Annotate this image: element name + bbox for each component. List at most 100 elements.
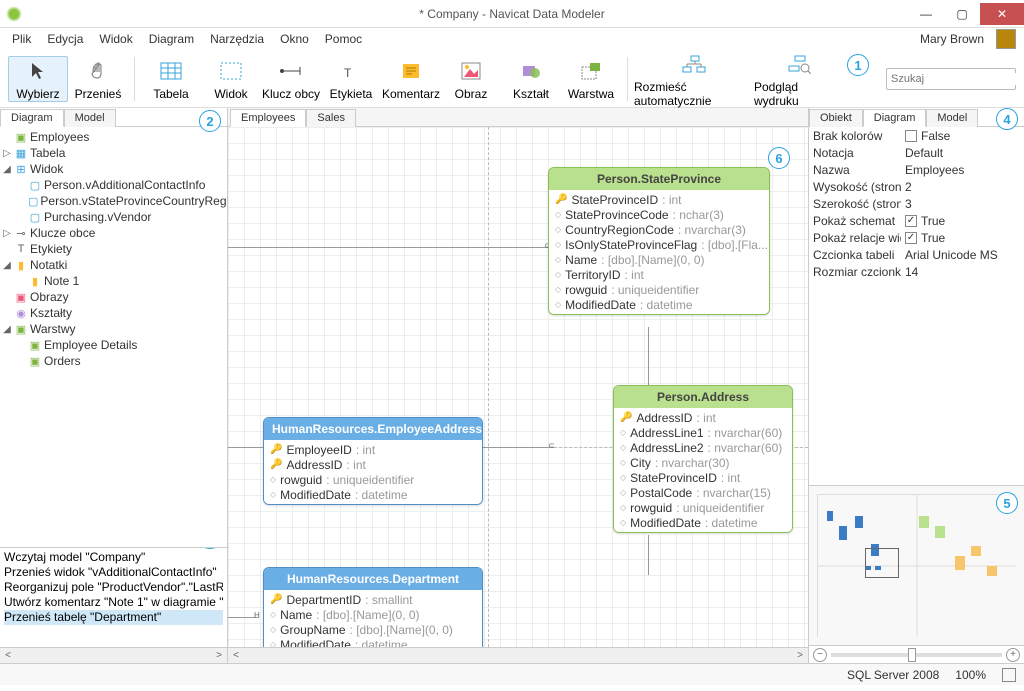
scroll-right-icon[interactable]: > (792, 650, 808, 661)
prop-val[interactable]: True (921, 214, 945, 228)
field-row[interactable]: 🔑DepartmentID: smallint (270, 592, 476, 607)
entity-dept[interactable]: HumanResources.Department 🔑DepartmentID:… (263, 567, 483, 647)
field-row[interactable]: 🔑AddressID: int (270, 457, 476, 472)
tree-obrazy[interactable]: Obrazy (30, 290, 69, 304)
field-row[interactable]: ◇ModifiedDate: datetime (555, 297, 763, 312)
collapse-icon[interactable]: ◢ (2, 164, 12, 175)
scroll-left-icon[interactable]: < (228, 650, 244, 661)
tool-select[interactable]: Wybierz (8, 56, 68, 102)
field-row[interactable]: ◇AddressLine2: nvarchar(60) (620, 440, 786, 455)
checkbox-icon[interactable]: ✓ (905, 232, 917, 244)
checkbox-icon[interactable]: ✓ (905, 215, 917, 227)
scroll-right-icon[interactable]: > (211, 650, 227, 661)
search-input[interactable] (891, 73, 1024, 85)
prop-val[interactable]: Employees (905, 163, 964, 177)
scroll-left-icon[interactable]: < (0, 650, 16, 661)
tab-employees[interactable]: Employees (230, 109, 306, 127)
entity-empaddr[interactable]: HumanResources.EmployeeAddress 🔑Employee… (263, 417, 483, 505)
tree-etykiety[interactable]: Etykiety (30, 242, 72, 256)
field-row[interactable]: 🔑EmployeeID: int (270, 442, 476, 457)
menu-file[interactable]: Plik (4, 30, 39, 48)
history-row[interactable]: Utwórz komentarz "Note 1" w diagramie "E… (4, 595, 223, 610)
minimize-button[interactable]: — (908, 3, 944, 25)
status-square-icon[interactable] (1002, 668, 1016, 682)
tool-autolayout[interactable]: Rozmieść automatycznie (634, 50, 754, 108)
menu-tools[interactable]: Narzędzia (202, 30, 272, 48)
entity-address[interactable]: Person.Address 🔑AddressID: int◇AddressLi… (613, 385, 793, 533)
expand-icon[interactable]: ▷ (2, 148, 12, 159)
tab-diagram-right[interactable]: Diagram (863, 109, 927, 127)
tool-table[interactable]: Tabela (141, 57, 201, 101)
tree-v2[interactable]: Person.vStateProvinceCountryRegic (40, 194, 227, 208)
close-button[interactable]: ✕ (980, 3, 1024, 25)
field-row[interactable]: ◇rowguid: uniqueidentifier (270, 472, 476, 487)
tab-model-right[interactable]: Model (926, 109, 978, 127)
prop-val[interactable]: 14 (905, 265, 918, 279)
tool-label[interactable]: T Etykieta (321, 57, 381, 101)
prop-val[interactable]: 3 (905, 197, 912, 211)
field-row[interactable]: ◇StateProvinceCode: nchar(3) (555, 207, 763, 222)
tree-notatki[interactable]: Notatki (30, 258, 67, 272)
expand-icon[interactable]: ▷ (2, 228, 12, 239)
field-row[interactable]: ◇PostalCode: nvarchar(15) (620, 485, 786, 500)
tool-view[interactable]: Widok (201, 57, 261, 101)
tree-tabela[interactable]: Tabela (30, 146, 65, 160)
tree-ksztalty[interactable]: Kształty (30, 306, 72, 320)
entity-stateprovince[interactable]: Person.StateProvince 🔑StateProvinceID: i… (548, 167, 770, 315)
field-row[interactable]: 🔑StateProvinceID: int (555, 192, 763, 207)
tool-image[interactable]: Obraz (441, 57, 501, 101)
tool-move[interactable]: Przenieś (68, 57, 128, 101)
tool-fk[interactable]: Klucz obcy (261, 57, 321, 101)
menu-diagram[interactable]: Diagram (141, 30, 202, 48)
menu-help[interactable]: Pomoc (317, 30, 370, 48)
field-row[interactable]: ◇StateProvinceID: int (620, 470, 786, 485)
properties-grid[interactable]: Brak kolorówFalse NotacjaDefault NazwaEm… (809, 127, 1024, 485)
tree-w1[interactable]: Employee Details (44, 338, 137, 352)
canvas-hscroll[interactable]: < > (228, 647, 808, 663)
maximize-button[interactable]: ▢ (944, 3, 980, 25)
tab-obiekt[interactable]: Obiekt (809, 109, 863, 127)
prop-val[interactable]: 2 (905, 180, 912, 194)
tree-widok[interactable]: Widok (30, 162, 63, 176)
object-tree[interactable]: ▣Employees ▷▦Tabela ◢⊞Widok ▢Person.vAdd… (0, 127, 227, 547)
history-row[interactable]: Reorganizuj pole "ProductVendor"."LastRe… (4, 580, 223, 595)
zoom-out-button[interactable]: − (813, 648, 827, 662)
collapse-icon[interactable]: ◢ (2, 324, 12, 335)
tab-sales[interactable]: Sales (306, 109, 356, 127)
tree-employees[interactable]: Employees (30, 130, 89, 144)
tool-layer[interactable]: Warstwa (561, 57, 621, 101)
tab-diagram-left[interactable]: Diagram (0, 109, 64, 127)
tree-warstwy[interactable]: Warstwy (30, 322, 76, 336)
tool-printpreview[interactable]: Podgląd wydruku (754, 50, 844, 108)
history-row[interactable]: Przenieś widok "vAdditionalContactInfo" (4, 565, 223, 580)
field-row[interactable]: ◇City: nvarchar(30) (620, 455, 786, 470)
history-row[interactable]: Wczytaj model "Company" (4, 550, 223, 565)
minimap[interactable]: 5 (809, 485, 1024, 645)
field-row[interactable]: ◇ModifiedDate: datetime (270, 487, 476, 502)
minimap-viewport[interactable] (865, 548, 899, 578)
field-row[interactable]: ◇AddressLine1: nvarchar(60) (620, 425, 786, 440)
zoom-in-button[interactable]: + (1006, 648, 1020, 662)
field-row[interactable]: 🔑AddressID: int (620, 410, 786, 425)
field-row[interactable]: ◇rowguid: uniqueidentifier (620, 500, 786, 515)
checkbox-icon[interactable] (905, 130, 917, 142)
field-row[interactable]: ◇rowguid: uniqueidentifier (555, 282, 763, 297)
tree-v1[interactable]: Person.vAdditionalContactInfo (44, 178, 205, 192)
history-row[interactable]: Przenieś tabelę "Department" (4, 610, 223, 625)
collapse-icon[interactable]: ◢ (2, 260, 12, 271)
prop-val[interactable]: Arial Unicode MS (905, 248, 998, 262)
user-account[interactable]: Mary Brown (912, 29, 1020, 49)
tree-w2[interactable]: Orders (44, 354, 81, 368)
zoom-slider[interactable] (831, 653, 1002, 657)
tree-kluczeobce[interactable]: Klucze obce (30, 226, 95, 240)
tab-model-left[interactable]: Model (64, 109, 116, 127)
menu-window[interactable]: Okno (272, 30, 317, 48)
menu-view[interactable]: Widok (91, 30, 140, 48)
prop-val[interactable]: Default (905, 146, 943, 160)
zoom-thumb[interactable] (908, 648, 916, 662)
field-row[interactable]: ◇CountryRegionCode: nvarchar(3) (555, 222, 763, 237)
field-row[interactable]: ◇IsOnlyStateProvinceFlag: [dbo].[Fla... (555, 237, 763, 252)
prop-val[interactable]: True (921, 231, 945, 245)
tree-note1[interactable]: Note 1 (44, 274, 79, 288)
tree-v3[interactable]: Purchasing.vVendor (44, 210, 151, 224)
